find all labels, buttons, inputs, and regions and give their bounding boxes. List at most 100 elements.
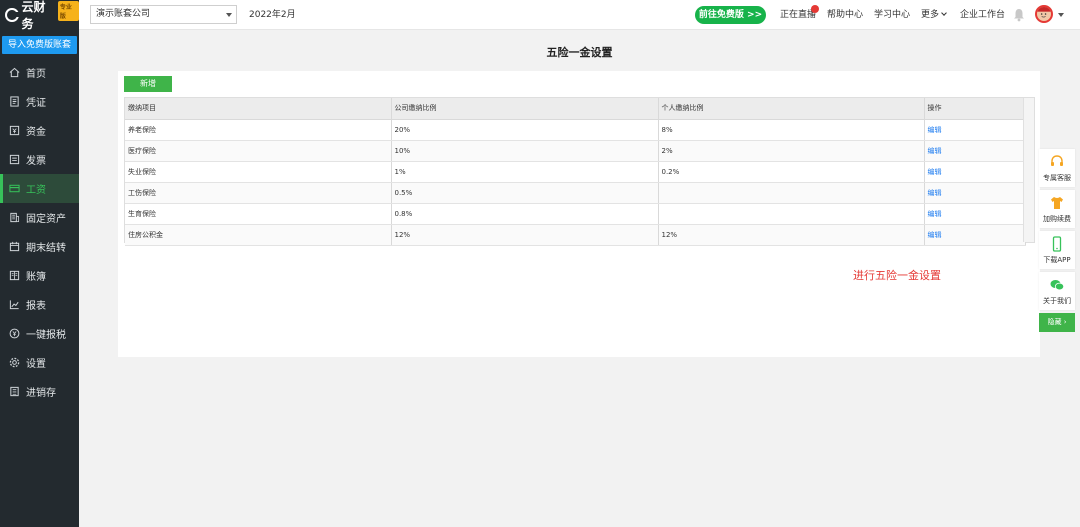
- shirt-icon: [1051, 197, 1063, 209]
- chevron-down-icon[interactable]: [1058, 13, 1064, 17]
- chevron-right-icon: ›: [1063, 318, 1067, 326]
- table-row: 生育保险 0.8% 编辑: [125, 203, 1026, 225]
- sidebar-item-label: 资金: [26, 127, 46, 138]
- wechat-icon: [1050, 280, 1065, 291]
- chart-icon: [9, 299, 20, 310]
- dedicated-service-button[interactable]: 专属客服: [1039, 149, 1075, 187]
- edition-badge: 专业版: [57, 1, 79, 21]
- sidebar-item-home[interactable]: 首页: [0, 58, 79, 87]
- sidebar-item-settings[interactable]: 设置: [0, 348, 79, 377]
- accounting-period[interactable]: 2022年2月: [249, 0, 296, 30]
- personal-rate-cell: 12%: [658, 224, 925, 246]
- float-label: 专属客服: [1043, 174, 1071, 182]
- sidebar-item-label: 固定资产: [26, 214, 66, 225]
- tax-icon: [9, 328, 20, 339]
- go-free-version-button[interactable]: 前往免费版 >>: [695, 6, 766, 24]
- sidebar-item-label: 发票: [26, 156, 46, 167]
- building-icon: [9, 212, 20, 223]
- sidebar-item-label: 报表: [26, 301, 46, 312]
- sidebar-item-invoice[interactable]: 发票: [0, 145, 79, 174]
- sidebar-item-salary[interactable]: 工资: [0, 174, 79, 203]
- float-label: 下载APP: [1043, 256, 1071, 264]
- top-bar: 演示账套公司 2022年2月 前往免费版 >> 正在直播 帮助中心 学习中心 更…: [79, 0, 1080, 30]
- column-header: 操作: [924, 98, 1026, 120]
- hide-float-button[interactable]: 隐藏 ›: [1039, 313, 1075, 332]
- import-free-account-button[interactable]: 导入免费版账套: [2, 36, 77, 54]
- live-badge: [811, 5, 819, 13]
- annotation-note: 进行五险一金设置: [853, 269, 941, 282]
- insurance-table: 缴纳项目 公司缴纳比例 个人缴纳比例 操作 养老保险 20% 8% 编辑 医疗保…: [124, 97, 1035, 246]
- chevron-down-icon: [226, 13, 232, 17]
- chevron-down-icon: [941, 10, 947, 16]
- company-rate-cell: 1%: [391, 161, 659, 183]
- live-link[interactable]: 正在直播: [780, 0, 816, 30]
- column-header: 个人缴纳比例: [658, 98, 925, 120]
- fund-icon: [9, 125, 20, 136]
- table-row: 住房公积金 12% 12% 编辑: [125, 224, 1026, 246]
- company-rate-cell: 12%: [391, 224, 659, 246]
- right-float-bar: 专属客服 加购续费 下载APP 关于我们 隐藏 ›: [1039, 149, 1075, 332]
- column-header: 公司缴纳比例: [391, 98, 659, 120]
- item-cell: 医疗保险: [125, 140, 392, 162]
- edit-link[interactable]: 编辑: [928, 147, 942, 155]
- table-header-row: 缴纳项目 公司缴纳比例 个人缴纳比例 操作: [125, 98, 1026, 120]
- company-rate-cell: 0.5%: [391, 182, 659, 204]
- invoice-icon: [9, 154, 20, 165]
- sidebar-item-fixed-assets[interactable]: 固定资产: [0, 203, 79, 232]
- item-cell: 住房公积金: [125, 224, 392, 246]
- add-button[interactable]: 新增: [124, 76, 172, 92]
- sidebar-item-ledger[interactable]: 账簿: [0, 261, 79, 290]
- more-menu[interactable]: 更多: [921, 0, 947, 30]
- sidebar-item-inventory[interactable]: 进销存: [0, 377, 79, 406]
- company-select[interactable]: 演示账套公司: [90, 5, 237, 24]
- personal-rate-cell: 8%: [658, 119, 925, 141]
- item-cell: 生育保险: [125, 203, 392, 225]
- sidebar-item-period-end[interactable]: 期末结转: [0, 232, 79, 261]
- company-rate-cell: 10%: [391, 140, 659, 162]
- edit-link[interactable]: 编辑: [928, 189, 942, 197]
- item-cell: 养老保险: [125, 119, 392, 141]
- home-icon: [9, 67, 20, 78]
- sidebar-item-label: 首页: [26, 69, 46, 80]
- enterprise-workbench-link[interactable]: 企业工作台: [960, 0, 1005, 30]
- company-rate-cell: 20%: [391, 119, 659, 141]
- item-cell: 工伤保险: [125, 182, 392, 204]
- sidebar-item-tax[interactable]: 一键报税: [0, 319, 79, 348]
- edit-link[interactable]: 编辑: [928, 126, 942, 134]
- sidebar-item-label: 设置: [26, 359, 46, 370]
- sidebar-item-voucher[interactable]: 凭证: [0, 87, 79, 116]
- personal-rate-cell: 0.2%: [658, 161, 925, 183]
- sidebar-item-label: 账簿: [26, 272, 46, 283]
- gear-icon: [9, 357, 20, 368]
- salary-icon: [9, 183, 20, 194]
- inventory-icon: [9, 386, 20, 397]
- edit-link[interactable]: 编辑: [928, 168, 942, 176]
- personal-rate-cell: [658, 182, 925, 204]
- table-row: 养老保险 20% 8% 编辑: [125, 119, 1026, 141]
- logo[interactable]: 云财务 专业版: [0, 0, 79, 31]
- table-scrollbar[interactable]: [1023, 98, 1034, 242]
- renew-button[interactable]: 加购续费: [1039, 190, 1075, 228]
- help-center-link[interactable]: 帮助中心: [827, 0, 863, 30]
- sidebar-item-fund[interactable]: 资金: [0, 116, 79, 145]
- bell-icon[interactable]: [1013, 8, 1025, 22]
- logo-icon: [5, 8, 20, 22]
- download-app-button[interactable]: 下载APP: [1039, 231, 1075, 269]
- calendar-icon: [9, 241, 20, 252]
- logo-text: 云财务: [21, 0, 46, 31]
- sidebar-item-label: 进销存: [26, 388, 56, 399]
- headset-icon: [1051, 155, 1063, 166]
- sidebar-item-label: 一键报税: [26, 330, 66, 341]
- sidebar-item-label: 凭证: [26, 98, 46, 109]
- personal-rate-cell: [658, 203, 925, 225]
- page-title: 五险一金设置: [546, 46, 613, 59]
- edit-link[interactable]: 编辑: [928, 210, 942, 218]
- ledger-icon: [9, 270, 20, 281]
- learning-center-link[interactable]: 学习中心: [874, 0, 910, 30]
- edit-link[interactable]: 编辑: [928, 231, 942, 239]
- sidebar-item-reports[interactable]: 报表: [0, 290, 79, 319]
- avatar[interactable]: [1035, 5, 1053, 23]
- voucher-icon: [9, 96, 20, 107]
- float-label: 加购续费: [1043, 215, 1071, 223]
- about-us-button[interactable]: 关于我们: [1039, 272, 1075, 310]
